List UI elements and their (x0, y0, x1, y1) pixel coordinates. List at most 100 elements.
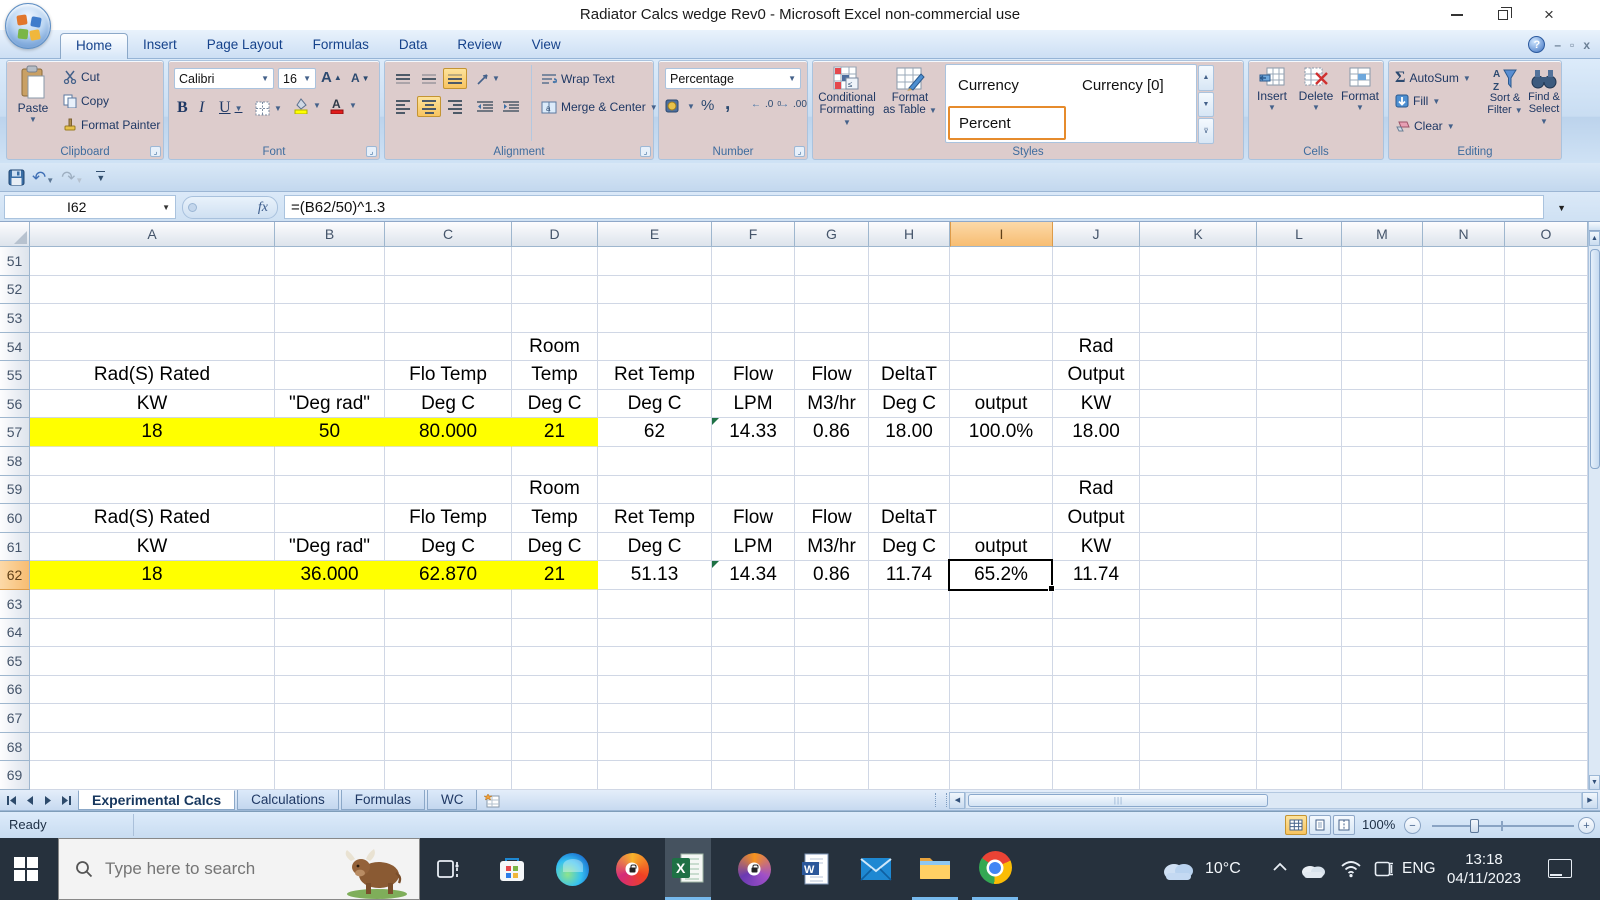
cell-L61[interactable] (1257, 532, 1342, 562)
cell-I55[interactable] (950, 361, 1053, 390)
cell-D53[interactable] (512, 304, 598, 333)
cell-L63[interactable] (1257, 589, 1342, 619)
cell-N53[interactable] (1423, 304, 1505, 333)
cell-E66[interactable] (598, 675, 712, 705)
cell-K61[interactable] (1140, 532, 1257, 562)
wifi-icon[interactable] (1340, 860, 1362, 878)
cell-O69[interactable] (1505, 761, 1588, 790)
cell-J55[interactable]: Output (1053, 361, 1140, 390)
cell-D59[interactable]: Room (512, 475, 598, 505)
cell-E62[interactable]: 51.13 (598, 561, 712, 590)
cell-D58[interactable] (512, 447, 598, 476)
cell-G54[interactable] (795, 332, 869, 362)
cell-J69[interactable] (1053, 761, 1140, 790)
cell-L56[interactable] (1257, 389, 1342, 419)
cell-H62[interactable]: 11.74 (869, 561, 950, 590)
cell-H52[interactable] (869, 275, 950, 305)
cell-K65[interactable] (1140, 647, 1257, 676)
cell-E53[interactable] (598, 304, 712, 333)
cell-I64[interactable] (950, 618, 1053, 648)
cell-B62[interactable]: 36.000 (275, 561, 385, 590)
align-bottom-button[interactable] (443, 68, 467, 89)
cell-O51[interactable] (1505, 247, 1588, 276)
row-header-57[interactable]: 57 (0, 418, 30, 448)
cell-F67[interactable] (712, 704, 795, 733)
cell-E67[interactable] (598, 704, 712, 733)
fill-button[interactable]: Fill ▼ (1395, 94, 1440, 108)
gallery-more-icon[interactable]: ⊽ (1198, 118, 1214, 145)
cell-D66[interactable] (512, 675, 598, 705)
cell-O54[interactable] (1505, 332, 1588, 362)
cell-J59[interactable]: Rad (1053, 475, 1140, 505)
cell-N66[interactable] (1423, 675, 1505, 705)
cell-J53[interactable] (1053, 304, 1140, 333)
select-all-corner[interactable] (0, 222, 30, 247)
col-header-O[interactable]: O (1505, 222, 1588, 247)
cell-O57[interactable] (1505, 418, 1588, 448)
cell-L57[interactable] (1257, 418, 1342, 448)
cell-K56[interactable] (1140, 389, 1257, 419)
cell-E52[interactable] (598, 275, 712, 305)
zoom-slider-thumb[interactable] (1470, 819, 1479, 833)
cell-J61[interactable]: KW (1053, 532, 1140, 562)
cell-F51[interactable] (712, 247, 795, 276)
cell-N57[interactable] (1423, 418, 1505, 448)
cell-J51[interactable] (1053, 247, 1140, 276)
cell-O55[interactable] (1505, 361, 1588, 390)
cell-A52[interactable] (30, 275, 275, 305)
cell-I58[interactable] (950, 447, 1053, 476)
cell-F66[interactable] (712, 675, 795, 705)
cell-M62[interactable] (1342, 561, 1423, 590)
cell-D67[interactable] (512, 704, 598, 733)
cell-D51[interactable] (512, 247, 598, 276)
cell-C57[interactable]: 80.000 (385, 418, 512, 448)
cell-D57[interactable]: 21 (512, 418, 598, 448)
customize-qat-icon[interactable]: ▼ (96, 171, 106, 183)
page-break-view-icon[interactable] (1333, 815, 1355, 835)
delete-cells-button[interactable]: Delete ▼ (1295, 67, 1337, 112)
cell-L59[interactable] (1257, 475, 1342, 505)
cell-F53[interactable] (712, 304, 795, 333)
col-header-A[interactable]: A (30, 222, 275, 247)
number-dialog-launcher-icon[interactable]: ⌟ (794, 146, 805, 157)
weather-widget[interactable]: 10°C (1160, 838, 1241, 900)
cell-D62[interactable]: 21 (512, 561, 598, 590)
cell-B65[interactable] (275, 647, 385, 676)
col-header-H[interactable]: H (869, 222, 950, 247)
horizontal-scrollbar[interactable]: ◀ ||| ▶ (949, 790, 1598, 810)
font-size-select[interactable]: 16 ▼ (278, 68, 316, 89)
cell-D56[interactable]: Deg C (512, 389, 598, 419)
row-header-59[interactable]: 59 (0, 475, 30, 505)
row-header-60[interactable]: 60 (0, 504, 30, 533)
cell-E57[interactable]: 62 (598, 418, 712, 448)
cell-B52[interactable] (275, 275, 385, 305)
cell-K53[interactable] (1140, 304, 1257, 333)
cell-J63[interactable] (1053, 589, 1140, 619)
cell-F56[interactable]: LPM (712, 389, 795, 419)
cell-B57[interactable]: 50 (275, 418, 385, 448)
zoom-in-icon[interactable]: + (1578, 817, 1595, 834)
cell-A62[interactable]: 18 (30, 561, 275, 590)
cell-M57[interactable] (1342, 418, 1423, 448)
cell-J67[interactable] (1053, 704, 1140, 733)
prev-sheet-icon[interactable] (22, 792, 38, 808)
ribbon-tab-insert[interactable]: Insert (128, 33, 192, 59)
gallery-scroll-up-icon[interactable]: ▲ (1198, 65, 1214, 91)
task-view-icon[interactable] (431, 851, 467, 887)
cell-H57[interactable]: 18.00 (869, 418, 950, 448)
cell-J54[interactable]: Rad (1053, 332, 1140, 362)
cell-O56[interactable] (1505, 389, 1588, 419)
cell-H66[interactable] (869, 675, 950, 705)
clear-button[interactable]: Clear ▼ (1395, 119, 1455, 133)
cell-C58[interactable] (385, 447, 512, 476)
cell-N59[interactable] (1423, 475, 1505, 505)
cell-H65[interactable] (869, 647, 950, 676)
cell-K58[interactable] (1140, 447, 1257, 476)
cell-L67[interactable] (1257, 704, 1342, 733)
cell-G61[interactable]: M3/hr (795, 532, 869, 562)
chevron-up-icon[interactable] (1272, 862, 1288, 872)
cell-I62[interactable]: 65.2% (948, 559, 1055, 592)
cell-O59[interactable] (1505, 475, 1588, 505)
cell-O66[interactable] (1505, 675, 1588, 705)
cell-H54[interactable] (869, 332, 950, 362)
